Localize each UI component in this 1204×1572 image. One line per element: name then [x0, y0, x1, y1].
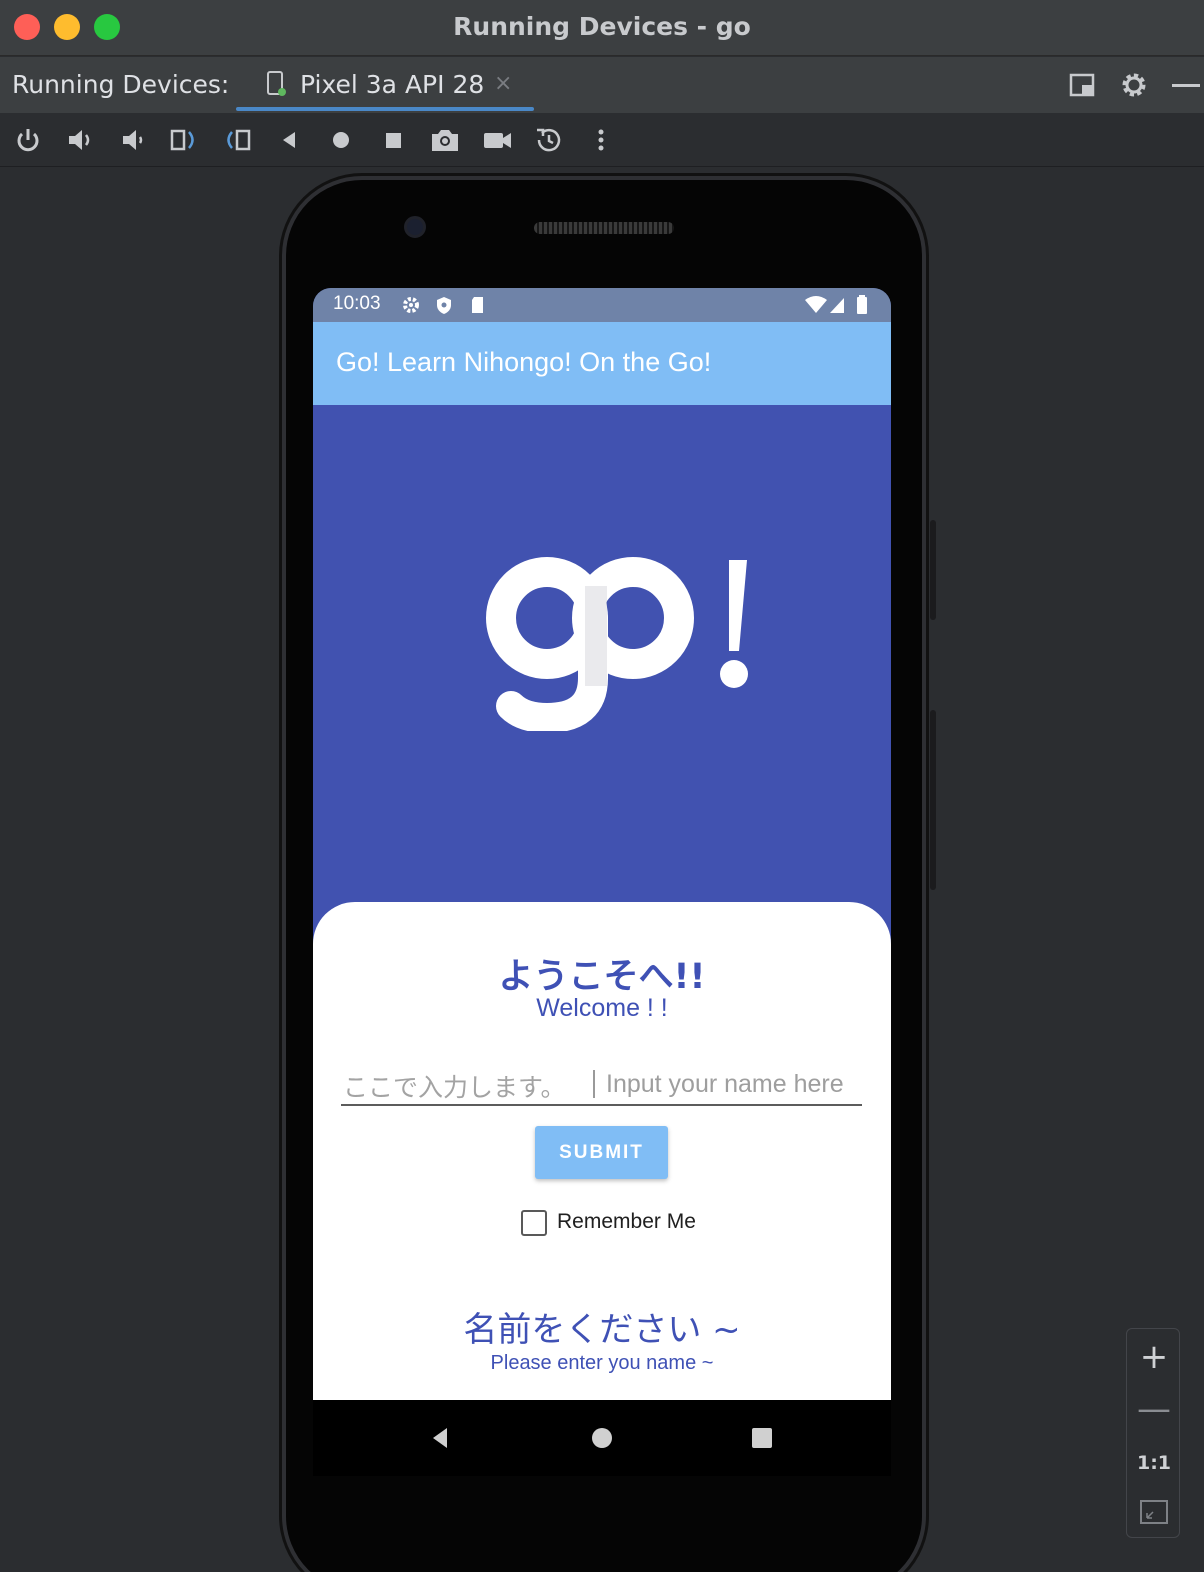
rotate-right-icon[interactable]	[221, 124, 253, 156]
app-title: Go! Learn Nihongo! On the Go!	[336, 347, 712, 377]
nav-overview-icon[interactable]	[748, 1424, 776, 1452]
settings-icon	[403, 297, 419, 313]
app-bar: Go! Learn Nihongo! On the Go!	[313, 322, 891, 405]
remember-me-checkbox[interactable]	[521, 1210, 547, 1236]
gear-icon[interactable]	[1118, 69, 1150, 101]
status-time: 10:03	[333, 293, 381, 314]
emulator-toolbar	[0, 113, 1204, 167]
back-icon[interactable]	[273, 124, 305, 156]
reset-icon[interactable]	[533, 124, 565, 156]
volume-up-icon[interactable]	[65, 124, 97, 156]
go-logo	[486, 557, 748, 731]
front-camera	[404, 216, 426, 238]
signal-icon	[830, 298, 844, 313]
layout-icon[interactable]	[1066, 69, 1098, 101]
device-icon	[267, 71, 286, 96]
welcome-card: ようこそへ!! Welcome ! ! ここで入力します。 Input your…	[313, 902, 891, 1400]
tool-window-header: Running Devices: Pixel 3a API 28 ×	[0, 57, 1204, 113]
zoom-in-button[interactable]: +	[1127, 1337, 1181, 1377]
power-icon[interactable]	[12, 124, 44, 156]
active-tab-indicator	[236, 107, 534, 111]
screen-record-icon[interactable]	[481, 124, 513, 156]
window-title-bar: Running Devices - go	[0, 0, 1204, 56]
shield-icon	[437, 297, 451, 314]
phone-power-button	[930, 520, 936, 620]
remember-me-label: Remember Me	[557, 1210, 696, 1233]
minimize-panel-icon[interactable]	[1168, 69, 1200, 101]
zoom-controls: + — 1:1	[1126, 1328, 1180, 1538]
home-icon[interactable]	[325, 124, 357, 156]
name-input-placeholder-en: Input your name here	[606, 1070, 844, 1098]
name-input-placeholder-jp: ここで入力します。	[343, 1073, 566, 1102]
close-tab-icon[interactable]: ×	[494, 71, 512, 96]
window-title: Running Devices - go	[453, 12, 751, 41]
overview-icon[interactable]	[377, 124, 409, 156]
phone-volume-button	[930, 710, 936, 890]
welcome-heading-jp: ようこそへ!!	[498, 957, 706, 997]
android-nav-bar	[313, 1400, 891, 1476]
earpiece-speaker	[534, 222, 674, 234]
prompt-en: Please enter you name ~	[490, 1352, 714, 1374]
device-screen[interactable]: 10:03 Go! Learn Nihongo! On the Go! ようこそ…	[313, 288, 891, 1400]
device-tab-label: Pixel 3a API 28	[300, 70, 485, 99]
nav-home-icon[interactable]	[588, 1424, 616, 1452]
welcome-heading-en: Welcome ! !	[536, 994, 668, 1022]
text-caret	[593, 1070, 595, 1098]
screenshot-icon[interactable]	[429, 124, 461, 156]
status-bar: 10:03	[313, 288, 891, 322]
wifi-icon	[805, 296, 827, 313]
device-tab[interactable]: Pixel 3a API 28 ×	[236, 57, 534, 113]
volume-down-icon[interactable]	[117, 124, 149, 156]
zoom-fit-button[interactable]	[1127, 1493, 1181, 1533]
rotate-left-icon[interactable]	[168, 124, 200, 156]
more-options-icon[interactable]	[585, 124, 617, 156]
zoom-out-button[interactable]: —	[1127, 1389, 1181, 1429]
actual-size-button[interactable]: 1:1	[1127, 1443, 1181, 1483]
prompt-jp: 名前をください ~	[463, 1310, 741, 1350]
nav-back-icon[interactable]	[427, 1424, 455, 1452]
submit-button[interactable]: SUBMIT	[535, 1126, 668, 1179]
fit-screen-icon	[1140, 1500, 1168, 1524]
battery-icon	[857, 295, 867, 314]
sd-card-icon	[472, 297, 483, 313]
name-input[interactable]: ここで入力します。 Input your name here	[341, 1064, 862, 1106]
tool-window-label: Running Devices:	[12, 70, 230, 99]
